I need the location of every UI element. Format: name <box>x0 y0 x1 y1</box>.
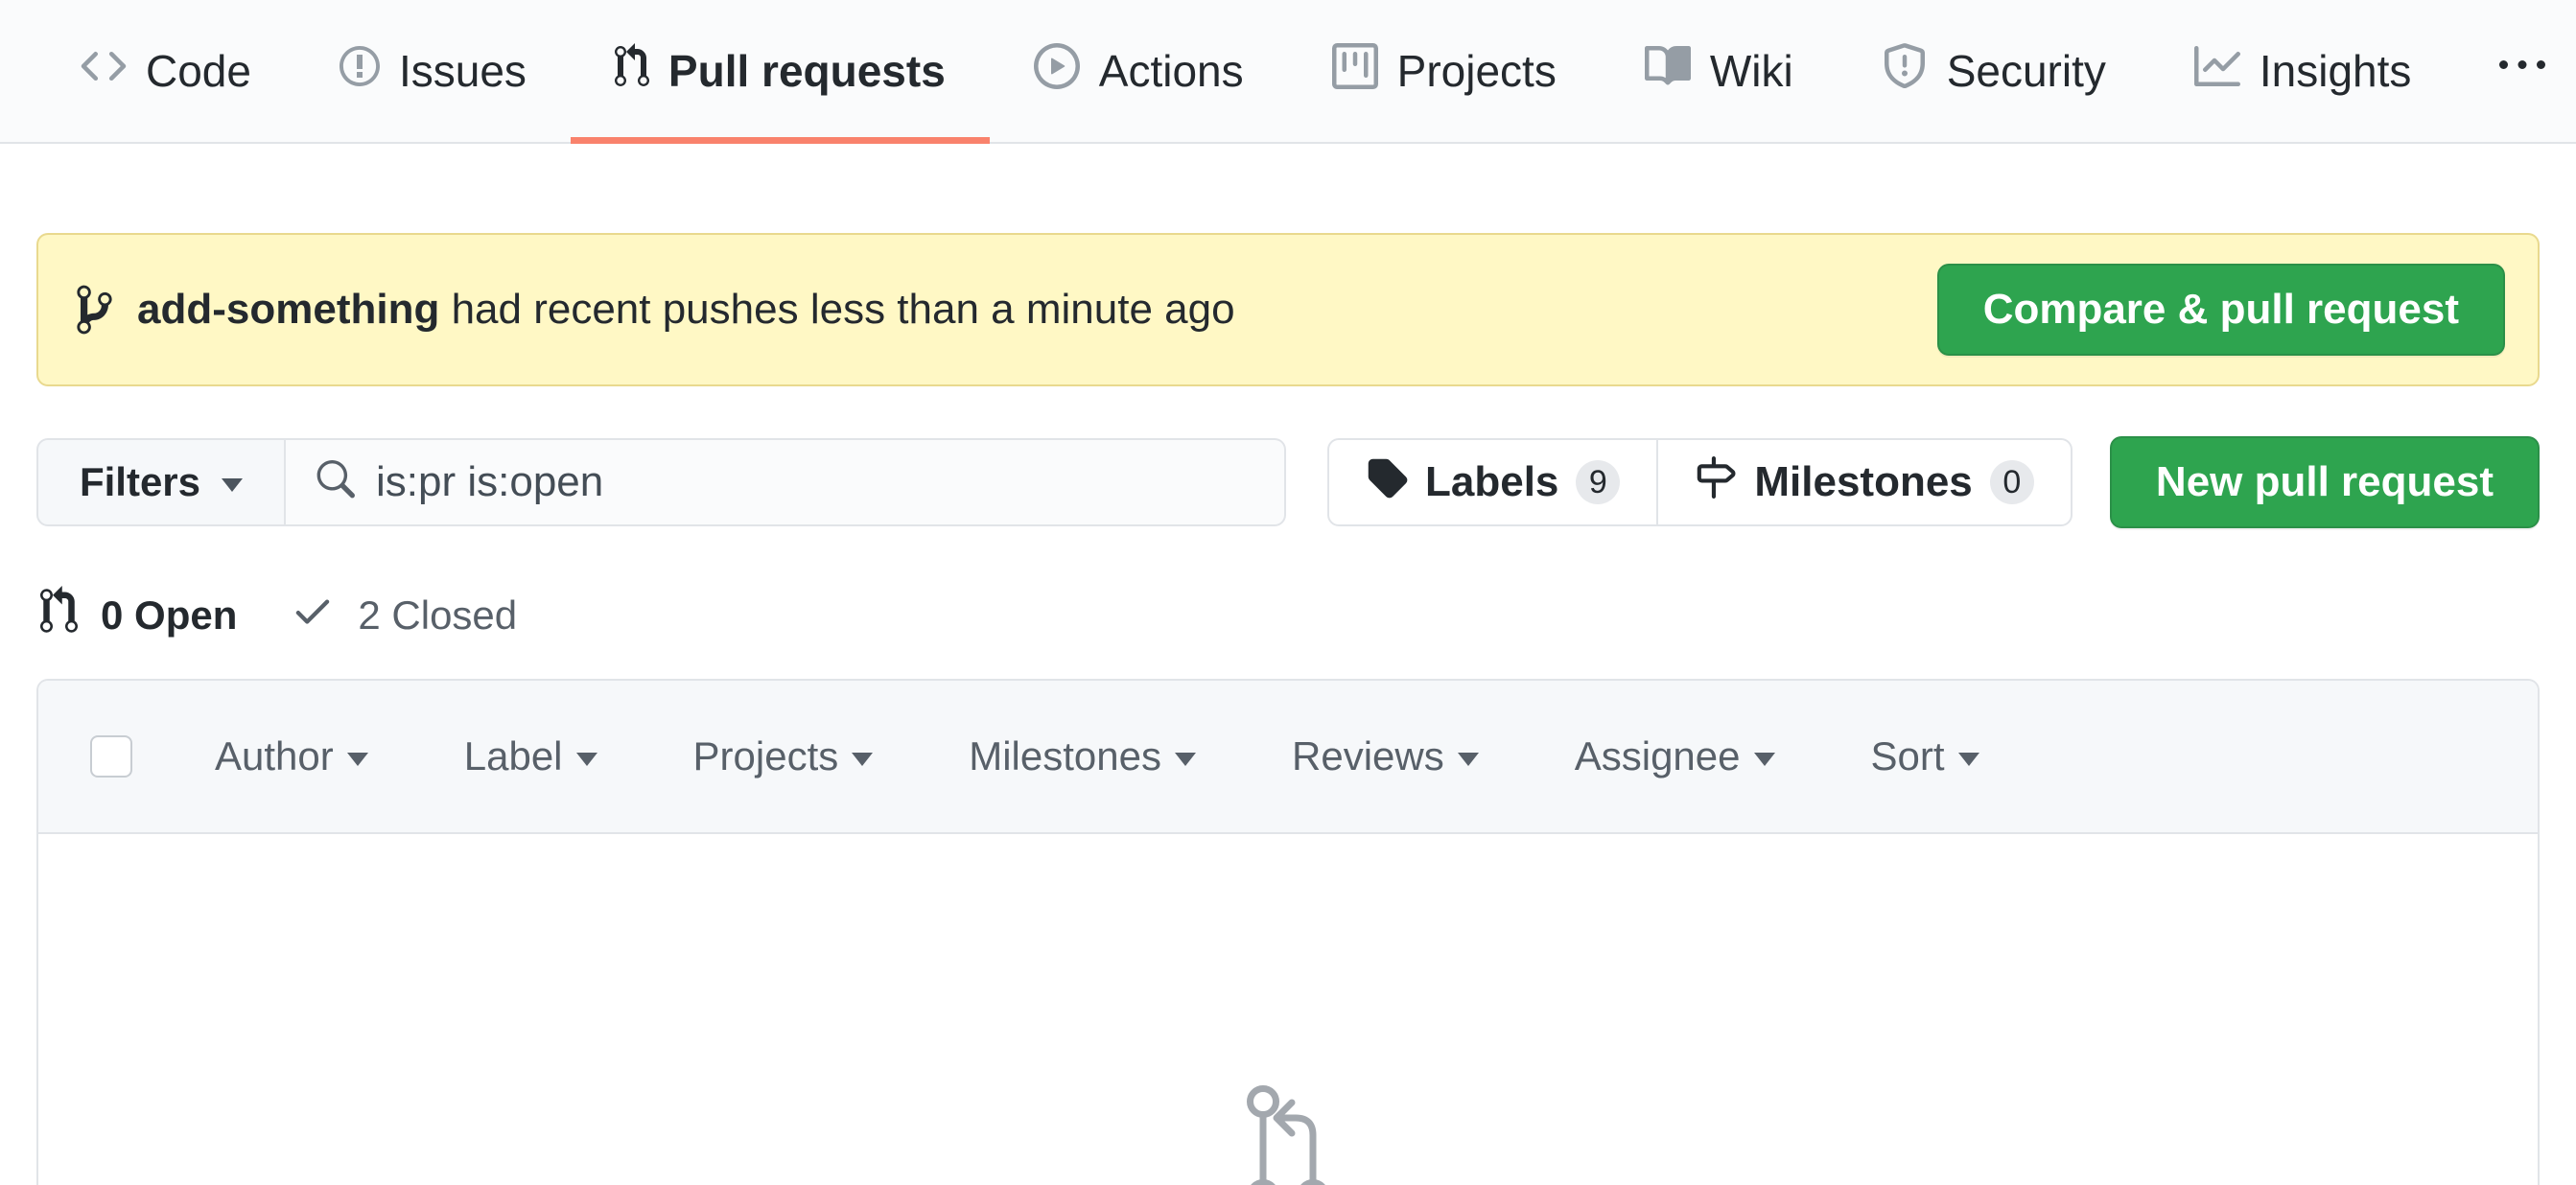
tab-issues[interactable]: Issues <box>295 0 571 142</box>
search-input[interactable] <box>376 458 1255 506</box>
tab-projects[interactable]: Projects <box>1288 0 1601 142</box>
open-count-label: 0 Open <box>101 592 238 638</box>
issue-opened-icon <box>339 43 380 100</box>
caret-down-icon <box>1753 753 1775 766</box>
caret-down-icon <box>575 753 597 766</box>
new-pull-request-button[interactable]: New pull request <box>2109 436 2540 528</box>
caret-down-icon <box>346 753 368 766</box>
milestones-label: Milestones <box>1754 458 1973 505</box>
label-filter-label: Label <box>463 733 563 778</box>
caret-down-icon <box>222 478 244 492</box>
pull-request-list: Author Label Projects Milestones Reviews <box>36 679 2540 1185</box>
empty-state <box>38 834 2538 1185</box>
tab-wiki[interactable]: Wiki <box>1601 0 1838 142</box>
labels-label: Labels <box>1425 458 1559 505</box>
sort-filter-label: Sort <box>1870 733 1945 778</box>
search-icon <box>315 459 355 505</box>
labels-milestones-group: Labels 9 Milestones 0 <box>1327 438 2073 526</box>
play-icon <box>1033 42 1080 100</box>
tab-code[interactable]: Code <box>36 0 295 142</box>
tab-label: Insights <box>2259 46 2412 96</box>
milestones-button[interactable]: Milestones 0 <box>1656 440 2070 524</box>
author-filter-label: Author <box>215 733 334 778</box>
project-board-icon <box>1331 42 1378 100</box>
caret-down-icon <box>852 753 874 766</box>
reviews-filter-label: Reviews <box>1292 733 1444 778</box>
tab-label: Projects <box>1396 46 1557 96</box>
git-branch-icon <box>77 282 112 337</box>
milestones-count-badge: 0 <box>1989 460 2034 504</box>
assignee-filter-dropdown[interactable]: Assignee <box>1575 733 1775 779</box>
filters-label: Filters <box>79 459 201 504</box>
branch-name: add-something <box>137 286 440 333</box>
git-pull-request-icon <box>614 42 649 100</box>
list-header-filters: Author Label Projects Milestones Reviews <box>215 733 2075 779</box>
compare-pull-request-button[interactable]: Compare & pull request <box>1936 264 2505 356</box>
issue-states-row: 0 Open 2 Closed <box>36 586 2540 645</box>
milestones-filter-dropdown[interactable]: Milestones <box>969 733 1196 779</box>
book-icon <box>1644 43 1691 100</box>
tab-label: Actions <box>1098 46 1244 96</box>
search-group: Filters <box>36 438 1286 526</box>
closed-filter-link[interactable]: 2 Closed <box>291 589 517 642</box>
labels-button[interactable]: Labels 9 <box>1329 440 1656 524</box>
tab-label: Security <box>1946 46 2106 96</box>
code-icon <box>81 43 127 100</box>
closed-count-label: 2 Closed <box>358 592 518 638</box>
repo-tab-nav: Code Issues Pull requests Actions Projec… <box>0 0 2576 144</box>
tab-security[interactable]: Security <box>1838 0 2150 142</box>
recent-push-banner: add-something had recent pushes less tha… <box>36 233 2540 386</box>
sort-filter-dropdown[interactable]: Sort <box>1871 733 1979 779</box>
caret-down-icon <box>1957 753 1979 766</box>
page-content: add-something had recent pushes less tha… <box>0 233 2576 1185</box>
milestones-filter-label: Milestones <box>969 733 1161 778</box>
filter-toolbar: Filters Labels 9 Milestones 0 New pull r… <box>36 436 2540 528</box>
tag-icon <box>1366 456 1408 509</box>
check-icon <box>291 589 335 642</box>
label-filter-dropdown[interactable]: Label <box>464 733 597 779</box>
select-all-checkbox[interactable] <box>90 735 132 778</box>
git-pull-request-icon <box>40 586 78 645</box>
caret-down-icon <box>1457 753 1479 766</box>
tab-insights[interactable]: Insights <box>2150 0 2456 142</box>
banner-message-text: had recent pushes less than a minute ago <box>451 286 1235 333</box>
banner-message: add-something had recent pushes less tha… <box>137 286 1235 334</box>
tab-actions[interactable]: Actions <box>990 0 1288 142</box>
overflow-menu-button[interactable] <box>2455 0 2576 142</box>
issue-search-box <box>286 438 1286 526</box>
projects-filter-label: Projects <box>692 733 839 778</box>
git-pull-request-icon <box>1247 1085 1325 1185</box>
tab-pull-requests[interactable]: Pull requests <box>570 0 990 144</box>
milestone-icon <box>1695 455 1737 509</box>
tab-label: Pull requests <box>667 46 946 96</box>
projects-filter-dropdown[interactable]: Projects <box>693 733 874 779</box>
assignee-filter-label: Assignee <box>1574 733 1741 778</box>
author-filter-dropdown[interactable]: Author <box>215 733 368 779</box>
kebab-horizontal-icon <box>2499 43 2546 100</box>
tab-label: Wiki <box>1709 46 1793 96</box>
tab-label: Issues <box>398 46 527 96</box>
open-filter-link[interactable]: 0 Open <box>40 586 237 645</box>
filters-dropdown-button[interactable]: Filters <box>36 438 286 526</box>
list-header: Author Label Projects Milestones Reviews <box>38 681 2538 834</box>
tab-label: Code <box>146 46 251 96</box>
graph-icon <box>2193 43 2240 100</box>
reviews-filter-dropdown[interactable]: Reviews <box>1292 733 1479 779</box>
labels-count-badge: 9 <box>1576 460 1621 504</box>
shield-icon <box>1882 42 1928 100</box>
caret-down-icon <box>1175 753 1196 766</box>
